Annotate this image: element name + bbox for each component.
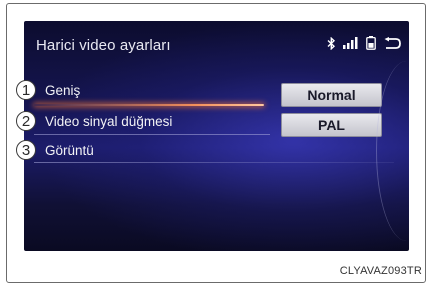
video-signal-value-button[interactable]: PAL bbox=[281, 113, 382, 137]
callout-marker-2: 2 bbox=[16, 111, 36, 131]
signal-bars-icon bbox=[343, 37, 359, 49]
phone-battery-icon bbox=[366, 36, 376, 50]
screen-title: Harici video ayarları bbox=[36, 37, 171, 54]
display-screen: Harici video ayarları Geniş Normal Video… bbox=[24, 21, 409, 251]
genis-value-button[interactable]: Normal bbox=[281, 83, 382, 107]
status-bar bbox=[327, 36, 401, 50]
setting-label: Görüntü bbox=[45, 143, 94, 158]
back-icon[interactable] bbox=[383, 36, 401, 50]
setting-label: Geniş bbox=[45, 83, 81, 98]
row-divider bbox=[34, 162, 394, 163]
setting-row-video-signal[interactable]: Video sinyal düğmesi bbox=[24, 111, 274, 133]
setting-row-goruntu[interactable]: Görüntü bbox=[24, 140, 384, 162]
selection-highlight bbox=[34, 104, 264, 106]
callout-marker-1: 1 bbox=[16, 80, 36, 100]
row-divider bbox=[34, 134, 270, 135]
figure-code: CLYAVAZ093TR bbox=[339, 265, 422, 277]
callout-marker-3: 3 bbox=[16, 140, 36, 160]
bluetooth-icon bbox=[327, 36, 336, 50]
setting-row-genis[interactable]: Geniş bbox=[24, 80, 274, 102]
setting-label: Video sinyal düğmesi bbox=[45, 114, 173, 129]
